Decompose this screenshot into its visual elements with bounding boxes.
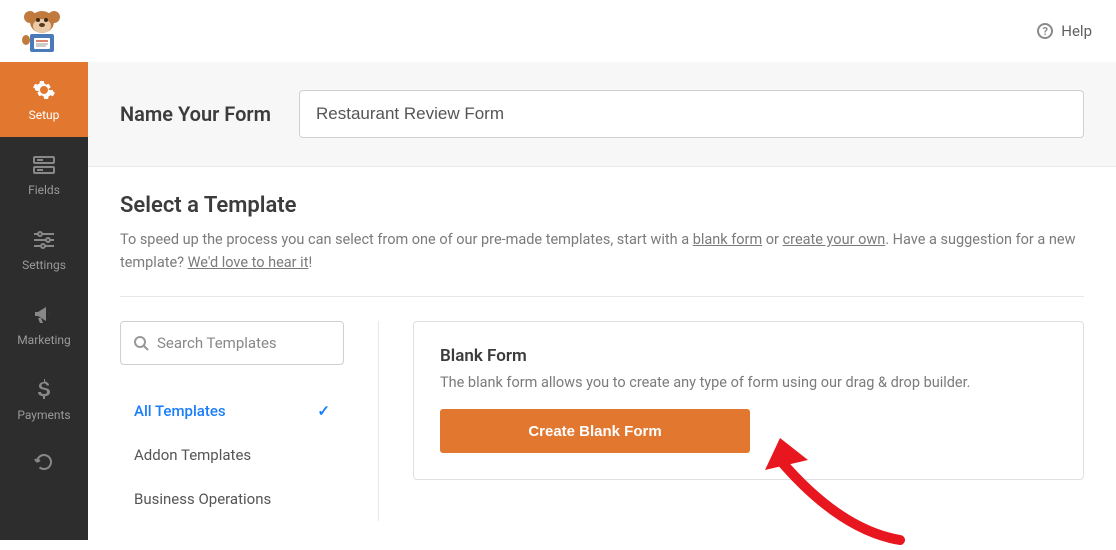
category-addon-templates[interactable]: Addon Templates xyxy=(120,433,344,477)
create-blank-form-button[interactable]: Create Blank Form xyxy=(440,409,750,453)
sidebar-label: Fields xyxy=(28,183,60,197)
help-label: Help xyxy=(1061,22,1092,40)
sidebar-label: Settings xyxy=(22,258,66,272)
category-label: All Templates xyxy=(134,402,226,420)
select-template-title: Select a Template xyxy=(120,193,1084,218)
sidebar: Setup Fields Settings Marketing Payments xyxy=(0,62,88,540)
sidebar-item-marketing[interactable]: Marketing xyxy=(0,287,88,362)
card-description: The blank form allows you to create any … xyxy=(440,374,1057,391)
card-title: Blank Form xyxy=(440,346,1057,366)
wpforms-logo xyxy=(12,6,72,56)
help-link[interactable]: ? Help xyxy=(1037,22,1092,40)
name-form-label: Name Your Form xyxy=(120,102,271,126)
sidebar-item-setup[interactable]: Setup xyxy=(0,62,88,137)
bullhorn-icon xyxy=(33,303,55,327)
check-icon: ✓ xyxy=(317,402,330,420)
gear-icon xyxy=(32,78,56,102)
divider xyxy=(120,296,1084,297)
blank-form-link[interactable]: blank form xyxy=(693,231,762,248)
revisions-icon xyxy=(34,450,54,474)
sidebar-item-more[interactable] xyxy=(0,437,88,487)
category-label: Business Operations xyxy=(134,490,271,508)
category-all-templates[interactable]: All Templates ✓ xyxy=(120,389,344,433)
search-templates-input[interactable]: Search Templates xyxy=(120,321,344,365)
sidebar-item-settings[interactable]: Settings xyxy=(0,212,88,287)
help-icon: ? xyxy=(1037,23,1053,39)
category-label: Addon Templates xyxy=(134,446,251,464)
create-own-link[interactable]: create your own xyxy=(783,231,886,248)
content-area: Name Your Form Select a Template To spee… xyxy=(88,62,1116,540)
blank-form-card: Blank Form The blank form allows you to … xyxy=(413,321,1084,480)
sidebar-item-fields[interactable]: Fields xyxy=(0,137,88,212)
search-placeholder: Search Templates xyxy=(157,334,277,352)
fields-icon xyxy=(33,153,55,177)
suggestion-link[interactable]: We'd love to hear it xyxy=(188,254,309,271)
sidebar-label: Setup xyxy=(29,108,60,122)
sidebar-item-payments[interactable]: Payments xyxy=(0,362,88,437)
sidebar-label: Marketing xyxy=(17,333,71,347)
select-template-description: To speed up the process you can select f… xyxy=(120,228,1084,274)
search-icon xyxy=(133,335,149,351)
category-business-operations[interactable]: Business Operations xyxy=(120,477,344,521)
form-name-input[interactable] xyxy=(299,90,1084,138)
dollar-icon xyxy=(37,378,51,402)
sidebar-label: Payments xyxy=(17,408,70,422)
sliders-icon xyxy=(33,228,55,252)
